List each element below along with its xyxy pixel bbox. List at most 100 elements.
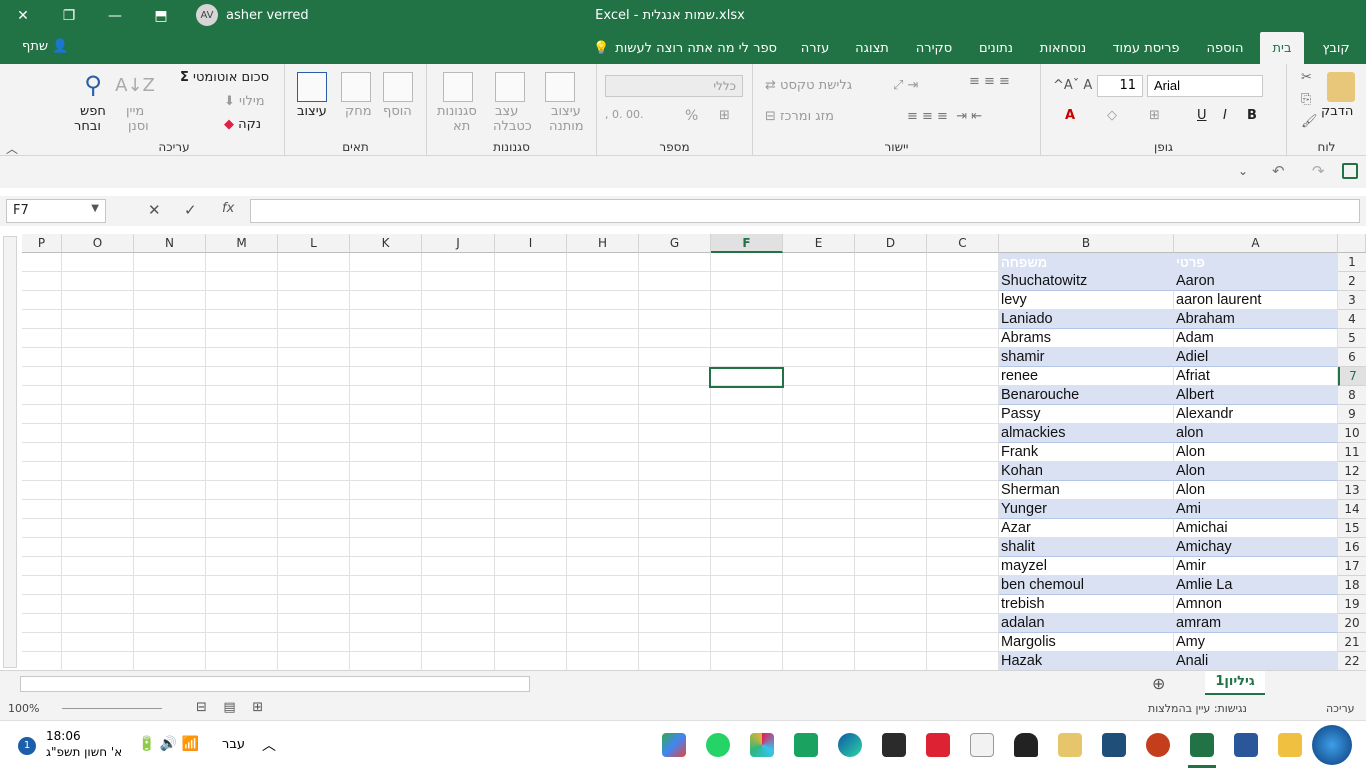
zoom-slider[interactable]: [62, 708, 162, 709]
cell-E7[interactable]: [783, 367, 855, 386]
cell-O14[interactable]: [62, 500, 134, 519]
cell-K17[interactable]: [350, 557, 422, 576]
play-store-icon[interactable]: [662, 733, 686, 757]
cell-I16[interactable]: [495, 538, 567, 557]
cell-J9[interactable]: [422, 405, 495, 424]
cell-G14[interactable]: [639, 500, 711, 519]
row-header-12[interactable]: 12: [1338, 462, 1366, 481]
save-icon[interactable]: [1342, 163, 1358, 179]
insert-function-icon[interactable]: fx: [222, 201, 234, 216]
cell-G1[interactable]: [639, 253, 711, 272]
underline-button[interactable]: U: [1197, 108, 1207, 123]
orientation-icons[interactable]: ⇥ ⤢: [893, 78, 918, 93]
bold-button[interactable]: B: [1247, 108, 1257, 123]
edge-icon[interactable]: [838, 733, 862, 757]
cell-M1[interactable]: [206, 253, 278, 272]
cell-styles-button[interactable]: סגנונות: [437, 104, 477, 119]
cell-D9[interactable]: [855, 405, 927, 424]
row-header-11[interactable]: 11: [1338, 443, 1366, 462]
cell-D3[interactable]: [855, 291, 927, 310]
cell-I6[interactable]: [495, 348, 567, 367]
cell-C17[interactable]: [927, 557, 999, 576]
close-icon[interactable]: ✕: [0, 0, 46, 32]
cell-L14[interactable]: [278, 500, 350, 519]
cell-D13[interactable]: [855, 481, 927, 500]
cell-F17[interactable]: [711, 557, 783, 576]
cell-H14[interactable]: [567, 500, 639, 519]
cell-J13[interactable]: [422, 481, 495, 500]
cell-B20[interactable]: adalan: [999, 614, 1174, 633]
app-icon-red[interactable]: [926, 733, 950, 757]
paste-button[interactable]: הדבק: [1321, 104, 1353, 119]
cell-I20[interactable]: [495, 614, 567, 633]
cell-N10[interactable]: [134, 424, 206, 443]
cell-M3[interactable]: [206, 291, 278, 310]
cell-H22[interactable]: [567, 652, 639, 671]
cell-J18[interactable]: [422, 576, 495, 595]
cell-M15[interactable]: [206, 519, 278, 538]
cell-B4[interactable]: Laniado: [999, 310, 1174, 329]
currency-icon[interactable]: ⊞: [719, 108, 730, 123]
copy-icon[interactable]: ⎘: [1301, 92, 1311, 107]
fill-button[interactable]: מילוי ⬇: [224, 94, 265, 109]
cell-E18[interactable]: [783, 576, 855, 595]
cell-N8[interactable]: [134, 386, 206, 405]
cell-A7[interactable]: Afriat: [1174, 367, 1338, 386]
cell-K9[interactable]: [350, 405, 422, 424]
cell-B5[interactable]: Abrams: [999, 329, 1174, 348]
format-button[interactable]: עיצוב: [297, 104, 327, 119]
cell-H20[interactable]: [567, 614, 639, 633]
cell-H10[interactable]: [567, 424, 639, 443]
cell-B8[interactable]: Benarouche: [999, 386, 1174, 405]
cell-E8[interactable]: [783, 386, 855, 405]
cell-A2[interactable]: Aaron: [1174, 272, 1338, 291]
row-header-1[interactable]: 1: [1338, 253, 1366, 272]
cell-B2[interactable]: Shuchatowitz: [999, 272, 1174, 291]
font-name-select[interactable]: Arial: [1147, 75, 1263, 97]
cell-H15[interactable]: [567, 519, 639, 538]
cell-E10[interactable]: [783, 424, 855, 443]
cell-G2[interactable]: [639, 272, 711, 291]
cell-D10[interactable]: [855, 424, 927, 443]
cell-C10[interactable]: [927, 424, 999, 443]
cell-F4[interactable]: [711, 310, 783, 329]
cell-K4[interactable]: [350, 310, 422, 329]
powerpoint-icon[interactable]: [1146, 733, 1170, 757]
whatsapp-icon[interactable]: [706, 733, 730, 757]
cell-K12[interactable]: [350, 462, 422, 481]
cell-B6[interactable]: shamir: [999, 348, 1174, 367]
row-header-17[interactable]: 17: [1338, 557, 1366, 576]
cell-P20[interactable]: [22, 614, 62, 633]
tab-file[interactable]: קובץ: [1314, 32, 1358, 64]
minimize-icon[interactable]: —: [92, 0, 138, 32]
cell-L3[interactable]: [278, 291, 350, 310]
cell-J16[interactable]: [422, 538, 495, 557]
cell-P9[interactable]: [22, 405, 62, 424]
clock-date[interactable]: א' חשון תשפ"ג: [46, 745, 122, 759]
cell-D7[interactable]: [855, 367, 927, 386]
cell-A19[interactable]: Amnon: [1174, 595, 1338, 614]
cell-J21[interactable]: [422, 633, 495, 652]
cell-M9[interactable]: [206, 405, 278, 424]
cell-E12[interactable]: [783, 462, 855, 481]
cell-K18[interactable]: [350, 576, 422, 595]
cell-P22[interactable]: [22, 652, 62, 671]
restore-icon[interactable]: ❐: [46, 0, 92, 32]
cell-J6[interactable]: [422, 348, 495, 367]
cell-M8[interactable]: [206, 386, 278, 405]
cell-F18[interactable]: [711, 576, 783, 595]
row-header-6[interactable]: 6: [1338, 348, 1366, 367]
cell-H21[interactable]: [567, 633, 639, 652]
cell-J2[interactable]: [422, 272, 495, 291]
row-header-19[interactable]: 19: [1338, 595, 1366, 614]
cell-J22[interactable]: [422, 652, 495, 671]
cell-P15[interactable]: [22, 519, 62, 538]
cell-J10[interactable]: [422, 424, 495, 443]
row-header-10[interactable]: 10: [1338, 424, 1366, 443]
cell-G6[interactable]: [639, 348, 711, 367]
wrap-text-button[interactable]: גלישת טקסט ⇄: [765, 78, 852, 93]
cell-F12[interactable]: [711, 462, 783, 481]
clear-button[interactable]: נקה ◆: [224, 117, 261, 132]
cell-O4[interactable]: [62, 310, 134, 329]
cell-D15[interactable]: [855, 519, 927, 538]
